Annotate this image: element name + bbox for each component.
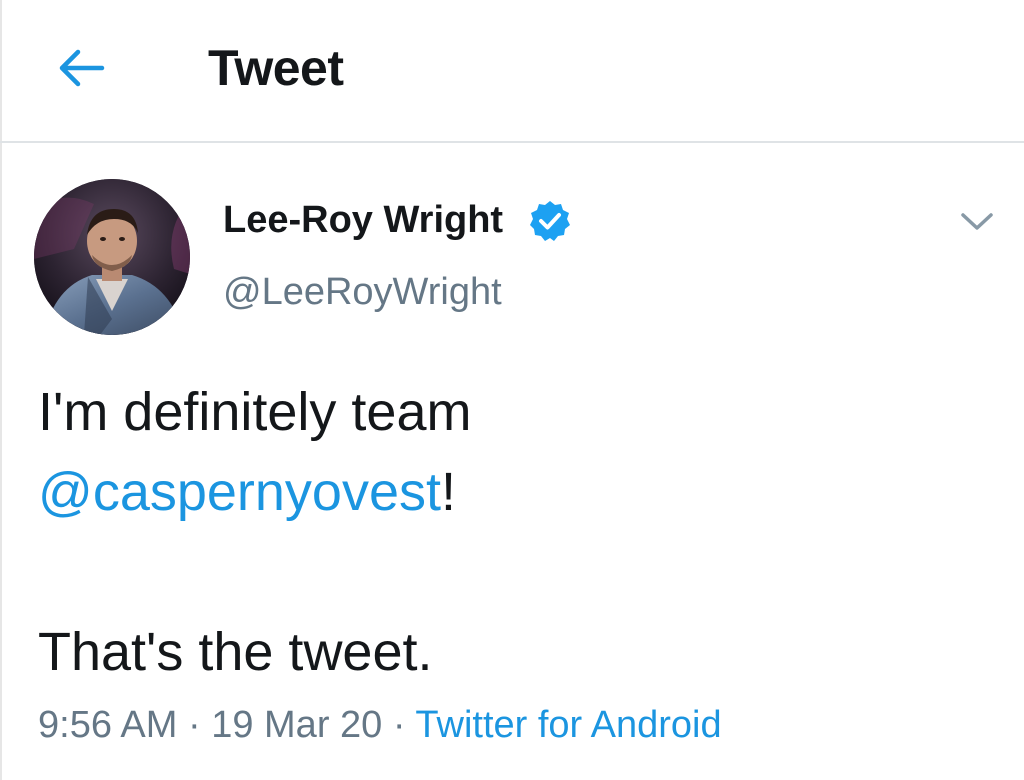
mention-link[interactable]: @caspernyovest — [38, 462, 441, 522]
top-app-bar: Tweet — [0, 0, 1024, 143]
author-name[interactable]: Lee-Roy Wright — [223, 196, 503, 244]
tweet-date: 19 Mar 20 — [211, 704, 383, 746]
tweet-text: I'm definitely team @caspernyovest! That… — [38, 372, 998, 692]
author-handle[interactable]: @LeeRoyWright — [223, 268, 502, 316]
meta-separator: · — [392, 704, 406, 746]
avatar-photo — [34, 179, 190, 335]
back-button[interactable] — [52, 40, 110, 96]
tweet-text-punctuation: ! — [441, 462, 457, 522]
tweet-text-line: @caspernyovest! — [38, 452, 998, 532]
tweet-metadata: 9:56 AM · 19 Mar 20 · Twitter for Androi… — [38, 700, 722, 750]
tweet-source-link[interactable]: Twitter for Android — [415, 704, 721, 746]
tweet-text-line: That's the tweet. — [38, 622, 433, 682]
tweet-text-line: I'm definitely team — [38, 382, 472, 442]
meta-separator: · — [187, 704, 201, 746]
avatar[interactable] — [34, 179, 190, 335]
arrow-left-icon — [59, 49, 105, 87]
tweet-menu-button[interactable] — [952, 202, 1002, 242]
tweet-time: 9:56 AM — [38, 704, 178, 746]
chevron-down-icon — [961, 213, 993, 230]
page-title: Tweet — [208, 40, 344, 96]
verified-badge-icon — [530, 201, 570, 241]
tweet-text-spacer — [38, 532, 998, 612]
